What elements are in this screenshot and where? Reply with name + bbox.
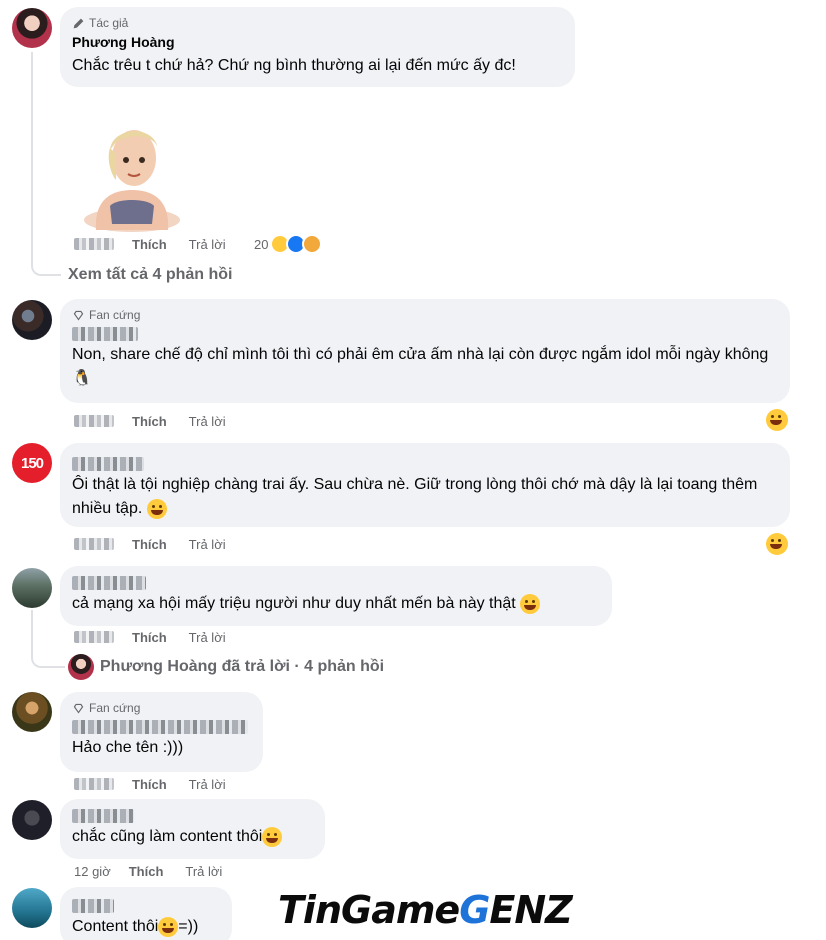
- comment-actions: Thích Trả lời: [74, 535, 226, 553]
- like-button[interactable]: Thích: [132, 414, 167, 429]
- author-name-blurred[interactable]: [72, 327, 138, 341]
- author-mini-avatar: [68, 654, 94, 680]
- comment-text-body: Content thôi: [72, 918, 159, 935]
- comment-text: cả mạng xa hội mấy triệu người như duy n…: [72, 592, 600, 616]
- comment-actions: Thích Trả lời: [74, 412, 226, 430]
- comment-text-suffix: =)): [178, 918, 199, 935]
- reply-button[interactable]: Trả lời: [189, 237, 226, 252]
- author-name-blurred[interactable]: [72, 457, 144, 471]
- care-emoji-icon: [302, 234, 323, 254]
- timestamp-blurred: [74, 631, 114, 643]
- comment-actions: Thích Trả lời: [74, 235, 226, 253]
- comment-bubble: Ôi thật là tội nghiệp chàng trai ấy. Sau…: [60, 443, 790, 527]
- comment-text: Content thôi =)): [72, 915, 220, 939]
- reply-button[interactable]: Trả lời: [189, 777, 226, 792]
- timestamp-blurred: [74, 238, 114, 250]
- author-replied-text: Phương Hoàng đã trả lời · 4 phản hồi: [100, 658, 385, 675]
- author-name-blurred[interactable]: [72, 576, 146, 590]
- comment-text: Ôi thật là tội nghiệp chàng trai ấy. Sau…: [72, 473, 778, 521]
- author-name-blurred[interactable]: [72, 899, 114, 913]
- reply-button[interactable]: Trả lời: [189, 414, 226, 429]
- timestamp-blurred: [74, 415, 114, 427]
- logo-text: TinGameGENZ: [278, 888, 573, 932]
- see-all-replies-link[interactable]: Xem tất cả 4 phản hồi: [68, 266, 232, 284]
- thread-line-1: [31, 52, 33, 262]
- timestamp-blurred: [74, 538, 114, 550]
- comment-text: Chắc trêu t chứ hả? Chứ ng bình thường a…: [72, 57, 516, 74]
- comment-bubble: Content thôi =)): [60, 887, 232, 940]
- reaction-count: 20: [254, 236, 269, 252]
- comment-bubble: cả mạng xa hội mấy triệu người như duy n…: [60, 566, 612, 626]
- reaction-summary[interactable]: 20: [254, 234, 323, 254]
- comment-text: Hảo che tên :))): [72, 739, 184, 756]
- avatar[interactable]: [12, 692, 52, 732]
- fan-badge: Fan cứng: [72, 700, 251, 716]
- haha-emoji-icon[interactable]: [766, 409, 788, 431]
- grinning-emoji-icon: [520, 593, 541, 614]
- comment-actions: 12 giờ Thích Trả lời: [74, 862, 222, 880]
- sticker-image: [84, 130, 180, 232]
- like-button[interactable]: Thích: [132, 777, 167, 792]
- avatar[interactable]: 150: [12, 443, 52, 483]
- avatar[interactable]: [12, 568, 52, 608]
- fan-badge: Fan cứng: [72, 307, 778, 323]
- comment-text-body: Ôi thật là tội nghiệp chàng trai ấy. Sau…: [72, 476, 758, 517]
- comment-text: chắc cũng làm content thôi: [72, 825, 313, 849]
- diamond-icon: [73, 310, 84, 321]
- like-button[interactable]: Thích: [132, 630, 167, 645]
- smiling-emoji-icon: [158, 916, 179, 937]
- laughing-emoji-icon: [262, 826, 283, 847]
- avatar[interactable]: [12, 888, 52, 928]
- reply-button[interactable]: Trả lời: [189, 630, 226, 645]
- author-replied-link[interactable]: Phương Hoàng đã trả lời · 4 phản hồi: [68, 654, 384, 680]
- comment-bubble: Fan cứng Hảo che tên :))): [60, 692, 263, 772]
- comment-bubble: chắc cũng làm content thôi: [60, 799, 325, 859]
- like-button[interactable]: Thích: [132, 537, 167, 552]
- like-button[interactable]: Thích: [129, 864, 164, 879]
- reply-button[interactable]: Trả lời: [185, 864, 222, 879]
- laughing-emoji-icon: [146, 498, 167, 519]
- comment-bubble: Fan cứng Non, share chế độ chỉ mình tôi …: [60, 299, 790, 403]
- comment-bubble: Tác giả Phương Hoàng Chắc trêu t chứ hả?…: [60, 7, 575, 87]
- badge-label: Fan cứng: [89, 308, 141, 322]
- author-badge: Tác giả: [72, 15, 563, 31]
- timestamp[interactable]: 12 giờ: [74, 864, 111, 879]
- comment-text: Non, share chế độ chỉ mình tôi thì có ph…: [72, 346, 769, 387]
- author-name[interactable]: Phương Hoàng: [72, 34, 563, 52]
- thread-curve-4: [31, 654, 65, 668]
- badge-label: Fan cứng: [89, 701, 141, 715]
- comment-actions: Thích Trả lời: [74, 628, 226, 646]
- comment-text-body: chắc cũng làm content thôi: [72, 828, 263, 845]
- timestamp-blurred: [74, 778, 114, 790]
- watermark-logo: TinGameGENZ: [278, 888, 573, 932]
- thread-line-4: [31, 610, 33, 658]
- diamond-icon: [73, 703, 84, 714]
- like-button[interactable]: Thích: [132, 237, 167, 252]
- avatar[interactable]: [12, 300, 52, 340]
- comment-actions: Thích Trả lời: [74, 775, 226, 793]
- badge-label: Tác giả: [89, 16, 129, 30]
- avatar[interactable]: [12, 8, 52, 48]
- haha-emoji-icon[interactable]: [766, 533, 788, 555]
- comment-text-body: cả mạng xa hội mấy triệu người như duy n…: [72, 595, 516, 612]
- author-name-blurred[interactable]: [72, 720, 248, 734]
- author-name-blurred[interactable]: [72, 809, 134, 823]
- thread-curve-1: [31, 258, 61, 276]
- pencil-icon: [73, 18, 84, 28]
- reply-button[interactable]: Trả lời: [189, 537, 226, 552]
- avatar[interactable]: [12, 800, 52, 840]
